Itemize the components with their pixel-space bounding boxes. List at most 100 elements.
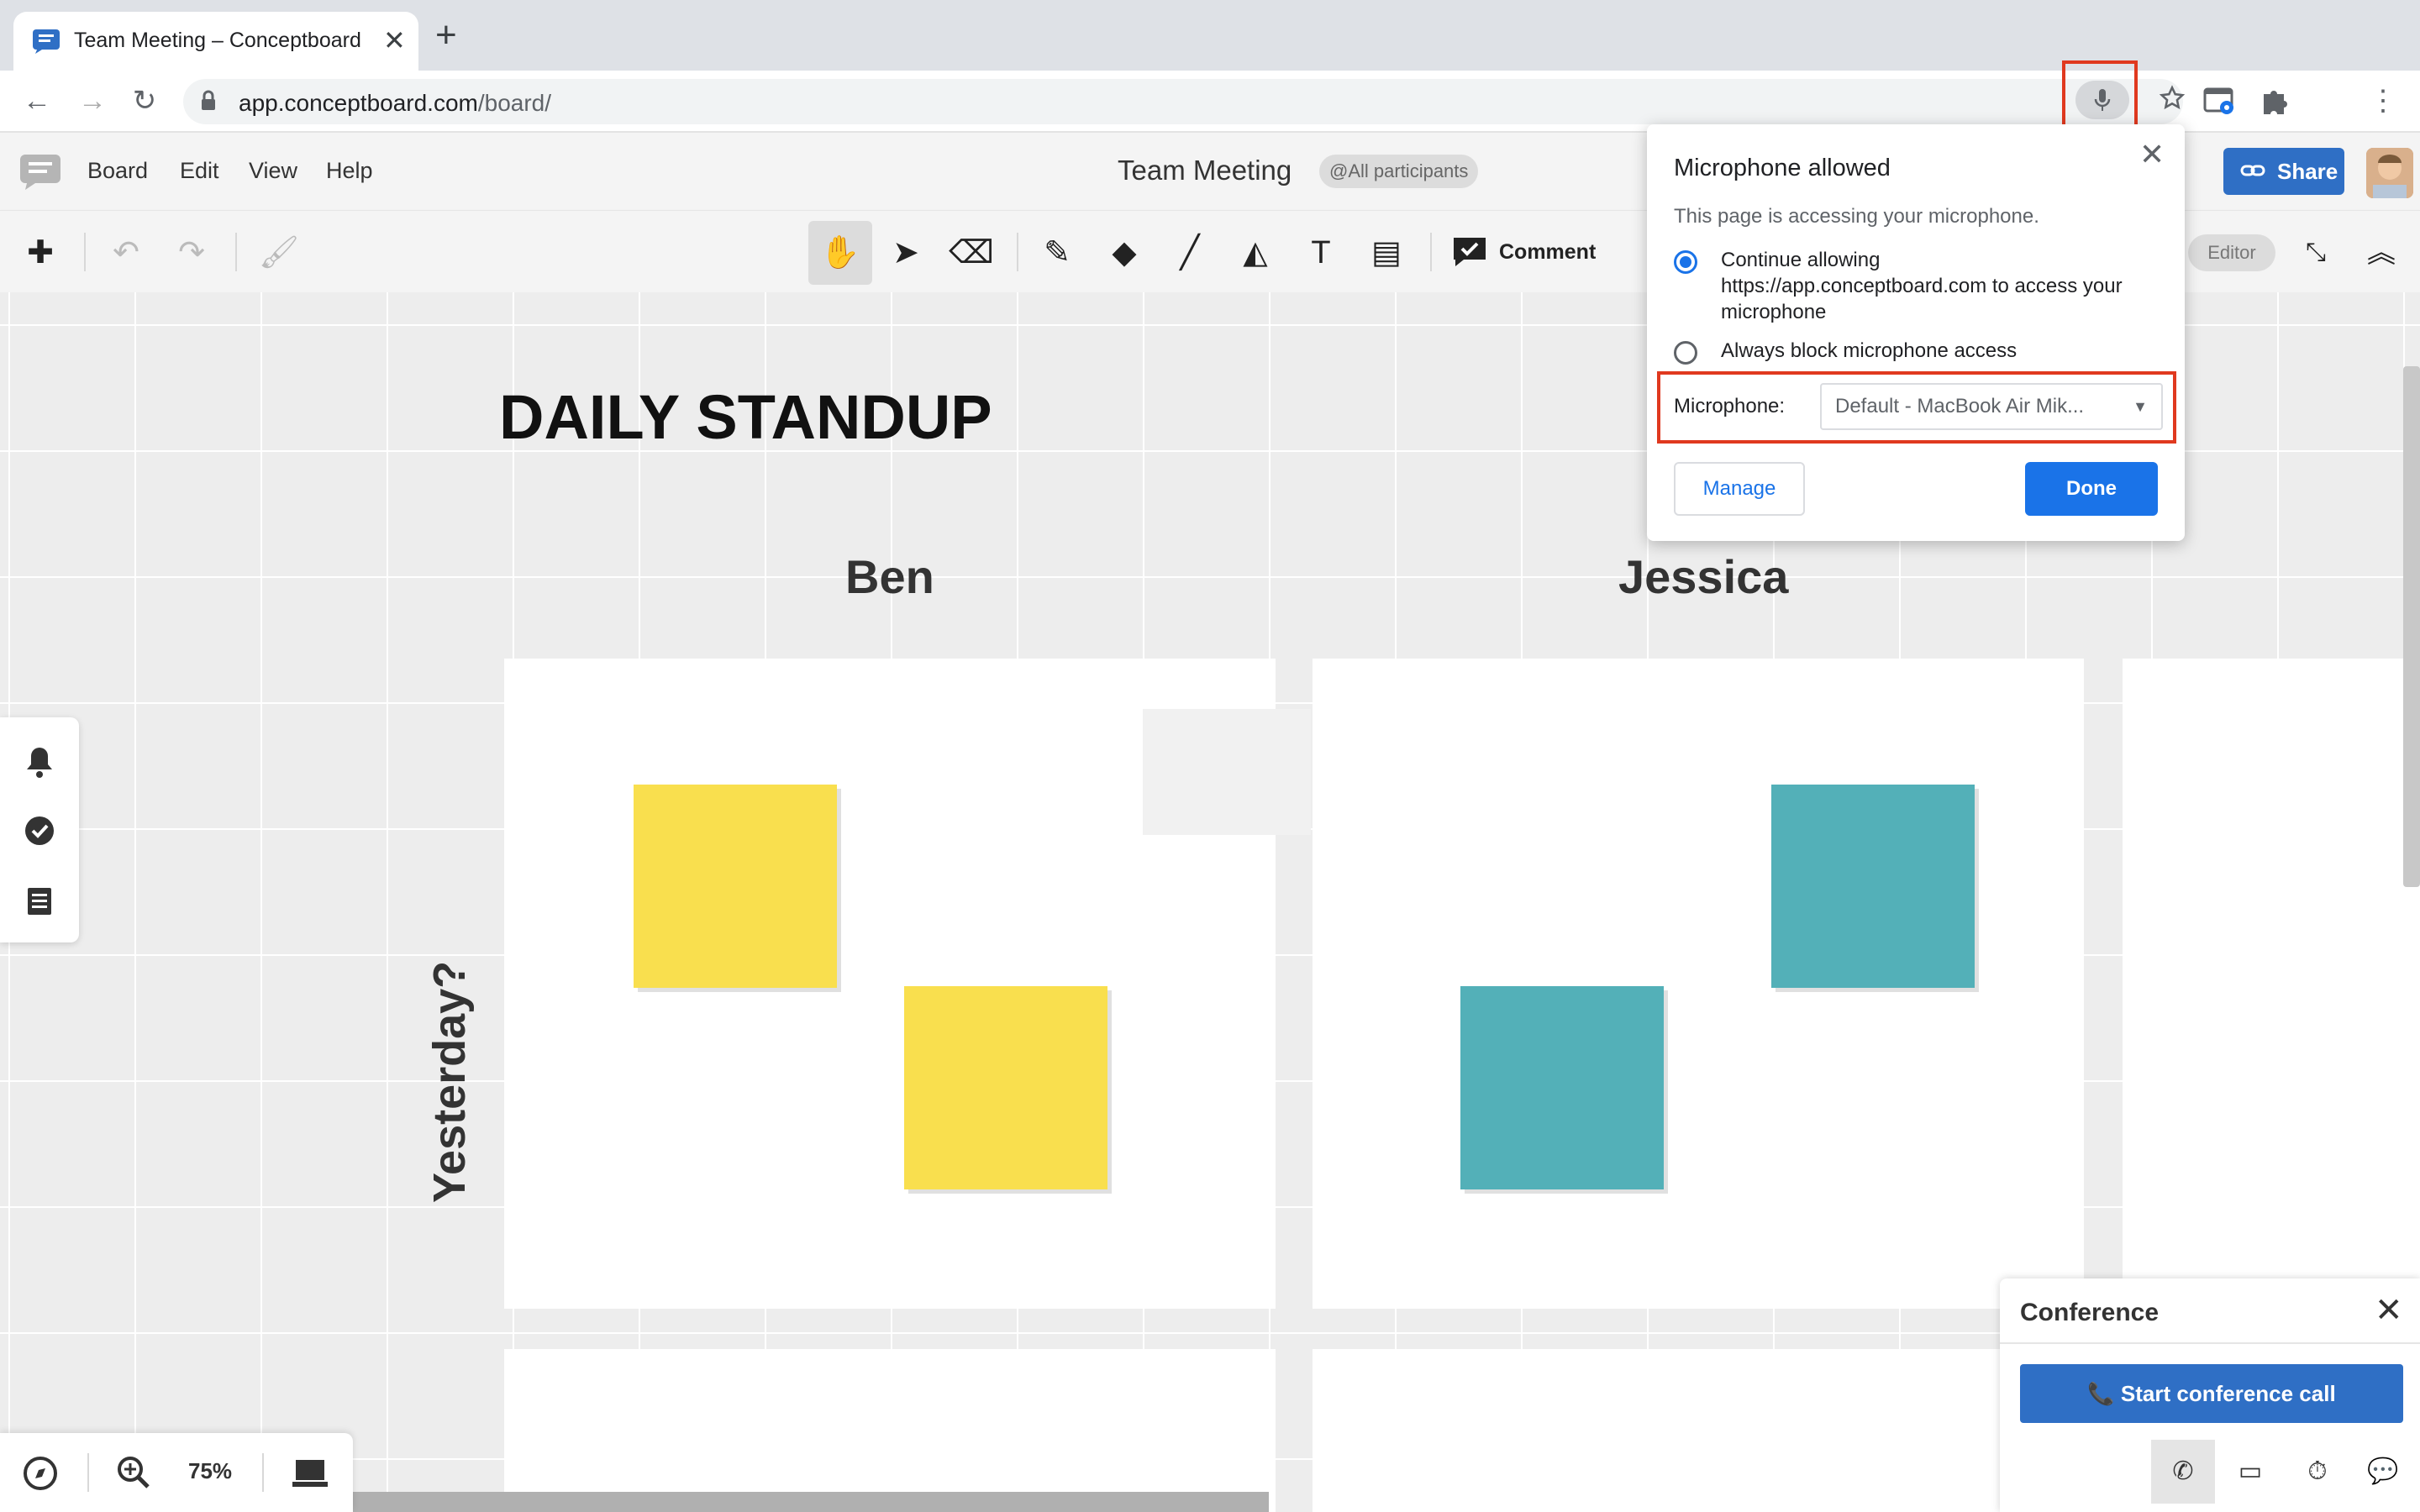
new-tab-button[interactable]: + xyxy=(435,17,457,54)
zoom-level[interactable]: 75% xyxy=(188,1458,232,1484)
sticky-note-yellow[interactable] xyxy=(904,986,1107,1189)
highlighter-icon[interactable]: ◆ xyxy=(1092,221,1156,285)
microphone-select[interactable]: Default - MacBook Air Mik... ▼ xyxy=(1820,383,2163,430)
conference-tab-phone-icon[interactable]: ✆ xyxy=(2151,1440,2215,1504)
bookmark-star-icon[interactable] xyxy=(2158,84,2186,113)
eraser-icon[interactable]: ⌫ xyxy=(939,221,1003,285)
start-call-label: Start conference call xyxy=(2120,1381,2336,1406)
radio-continue-allowing-label[interactable]: Continue allowing https://app.conceptboa… xyxy=(1721,247,2124,325)
link-icon xyxy=(2240,165,2265,176)
lock-icon xyxy=(202,90,215,110)
toolbar-divider xyxy=(1017,233,1018,271)
zoombar-divider xyxy=(262,1453,264,1492)
reload-icon[interactable]: ↻ xyxy=(124,81,165,121)
comment-label: Comment xyxy=(1499,240,1597,264)
popup-description: This page is accessing your microphone. xyxy=(1674,205,2039,228)
address-bar[interactable]: app.conceptboard.com/board/ xyxy=(183,79,2186,124)
toolbar-divider xyxy=(84,233,86,271)
popup-title: Microphone allowed xyxy=(1674,155,1891,181)
column-header-jessica[interactable]: Jessica xyxy=(1618,549,1788,604)
panel-jessica-today[interactable] xyxy=(1313,1349,2084,1512)
participants-badge[interactable]: @All participants xyxy=(1319,155,1479,188)
back-icon[interactable]: ← xyxy=(17,81,57,121)
avatar-face-icon xyxy=(2366,148,2413,198)
vertical-scrollbar[interactable] xyxy=(2403,366,2420,887)
tasks-check-icon[interactable] xyxy=(20,811,59,850)
chevron-down-icon: ▼ xyxy=(2133,398,2148,415)
toolbar-divider xyxy=(1430,233,1432,271)
board-title[interactable]: Team Meeting xyxy=(1118,155,1292,186)
navigator-compass-icon[interactable] xyxy=(22,1455,59,1492)
panel-next-column[interactable] xyxy=(2123,659,2420,1309)
menu-view[interactable]: View xyxy=(249,158,297,184)
radio-always-block-label[interactable]: Always block microphone access xyxy=(1721,338,2124,364)
conference-tab-presentation-icon[interactable]: ▭ xyxy=(2218,1440,2282,1504)
conceptboard-favicon-icon xyxy=(33,29,60,54)
forward-icon[interactable]: → xyxy=(72,81,113,121)
sticky-note-icon[interactable]: ▤ xyxy=(1355,221,1418,285)
text-icon[interactable]: T xyxy=(1289,221,1353,285)
conceptboard-logo-icon[interactable] xyxy=(18,153,62,190)
notifications-bell-icon[interactable] xyxy=(20,743,59,781)
add-icon[interactable]: ✚ xyxy=(8,221,72,285)
radio-continue-allowing[interactable] xyxy=(1674,250,1697,274)
microphone-highlight-box xyxy=(2062,60,2138,134)
screen-capture-extension-icon[interactable] xyxy=(2202,82,2238,119)
panel-ben-today[interactable] xyxy=(504,1349,1276,1512)
extensions-puzzle-icon[interactable] xyxy=(2255,82,2292,119)
conference-close-icon[interactable]: ✕ xyxy=(2375,1294,2403,1327)
conference-panel: Conference ✕ 📞 Start conference call ✆ ▭… xyxy=(2000,1278,2420,1512)
line-icon[interactable]: ╱ xyxy=(1158,221,1222,285)
done-button[interactable]: Done xyxy=(2025,462,2158,516)
user-avatar[interactable] xyxy=(2366,148,2413,198)
url-path: /board/ xyxy=(477,90,552,116)
browser-tab-strip: Team Meeting – Conceptboard ✕ + xyxy=(0,0,2420,71)
left-sidebar xyxy=(0,717,79,942)
row-label-yesterday[interactable]: Yesterday? xyxy=(424,961,476,1203)
format-painter-icon[interactable]: 🖌 xyxy=(247,221,311,285)
zoom-in-icon[interactable] xyxy=(114,1453,153,1492)
url-text: app.conceptboard.com/board/ xyxy=(239,90,551,117)
radio-always-block[interactable] xyxy=(1674,341,1697,365)
menu-edit[interactable]: Edit xyxy=(180,158,219,184)
fullscreen-icon[interactable]: ⤡ xyxy=(2284,221,2348,285)
tab-close-icon[interactable]: ✕ xyxy=(383,24,406,57)
panel-placeholder xyxy=(1143,709,1311,835)
redo-icon[interactable]: ↷ xyxy=(160,221,224,285)
shapes-icon[interactable]: ◭ xyxy=(1223,221,1287,285)
undo-icon[interactable]: ↶ xyxy=(94,221,158,285)
presentation-laptop-icon[interactable] xyxy=(291,1457,329,1490)
conference-title: Conference xyxy=(2020,1299,2160,1326)
browser-tab[interactable]: Team Meeting – Conceptboard ✕ xyxy=(13,12,418,71)
column-header-ben[interactable]: Ben xyxy=(845,549,934,604)
sticky-note-teal[interactable] xyxy=(1771,785,1975,988)
browser-menu-icon[interactable]: ⋮ xyxy=(2363,81,2403,121)
hand-pan-icon[interactable]: ✋ xyxy=(808,221,872,285)
pen-icon[interactable]: ✎ xyxy=(1025,221,1089,285)
collapse-toolbar-icon[interactable]: ︽ xyxy=(2349,221,2413,285)
menu-help[interactable]: Help xyxy=(326,158,373,184)
comment-tool-button[interactable]: Comment xyxy=(1452,231,1596,273)
phone-icon: 📞 xyxy=(2087,1381,2121,1406)
editor-mode-badge[interactable]: Editor xyxy=(2188,234,2275,271)
conference-divider xyxy=(2000,1342,2420,1344)
board-heading[interactable]: DAILY STANDUP xyxy=(499,381,992,453)
menu-board[interactable]: Board xyxy=(87,158,148,184)
manage-button[interactable]: Manage xyxy=(1674,462,1805,516)
sticky-note-teal[interactable] xyxy=(1460,986,1664,1189)
horizontal-scrollbar[interactable] xyxy=(353,1492,1269,1512)
share-button[interactable]: Share xyxy=(2223,148,2344,195)
microphone-permission-popup: Microphone allowed ✕ This page is access… xyxy=(1647,124,2185,541)
start-conference-call-button[interactable]: 📞 Start conference call xyxy=(2020,1364,2403,1423)
section-list-icon[interactable] xyxy=(20,882,59,921)
tab-title: Team Meeting – Conceptboard xyxy=(74,29,361,52)
conference-tab-timer-icon[interactable]: ⏱ xyxy=(2286,1440,2349,1504)
popup-close-icon[interactable]: ✕ xyxy=(2139,138,2165,171)
toolbar-divider xyxy=(235,233,237,271)
browser-toolbar: ← → ↻ app.conceptboard.com/board/ ⋮ xyxy=(0,60,2420,134)
comment-check-icon xyxy=(1454,238,1486,266)
sticky-note-yellow[interactable] xyxy=(634,785,837,988)
select-pointer-icon[interactable]: ➤ xyxy=(874,221,938,285)
microphone-select-label: Microphone: xyxy=(1674,395,1786,417)
conference-tab-chat-icon[interactable]: 💬 xyxy=(2351,1440,2415,1504)
